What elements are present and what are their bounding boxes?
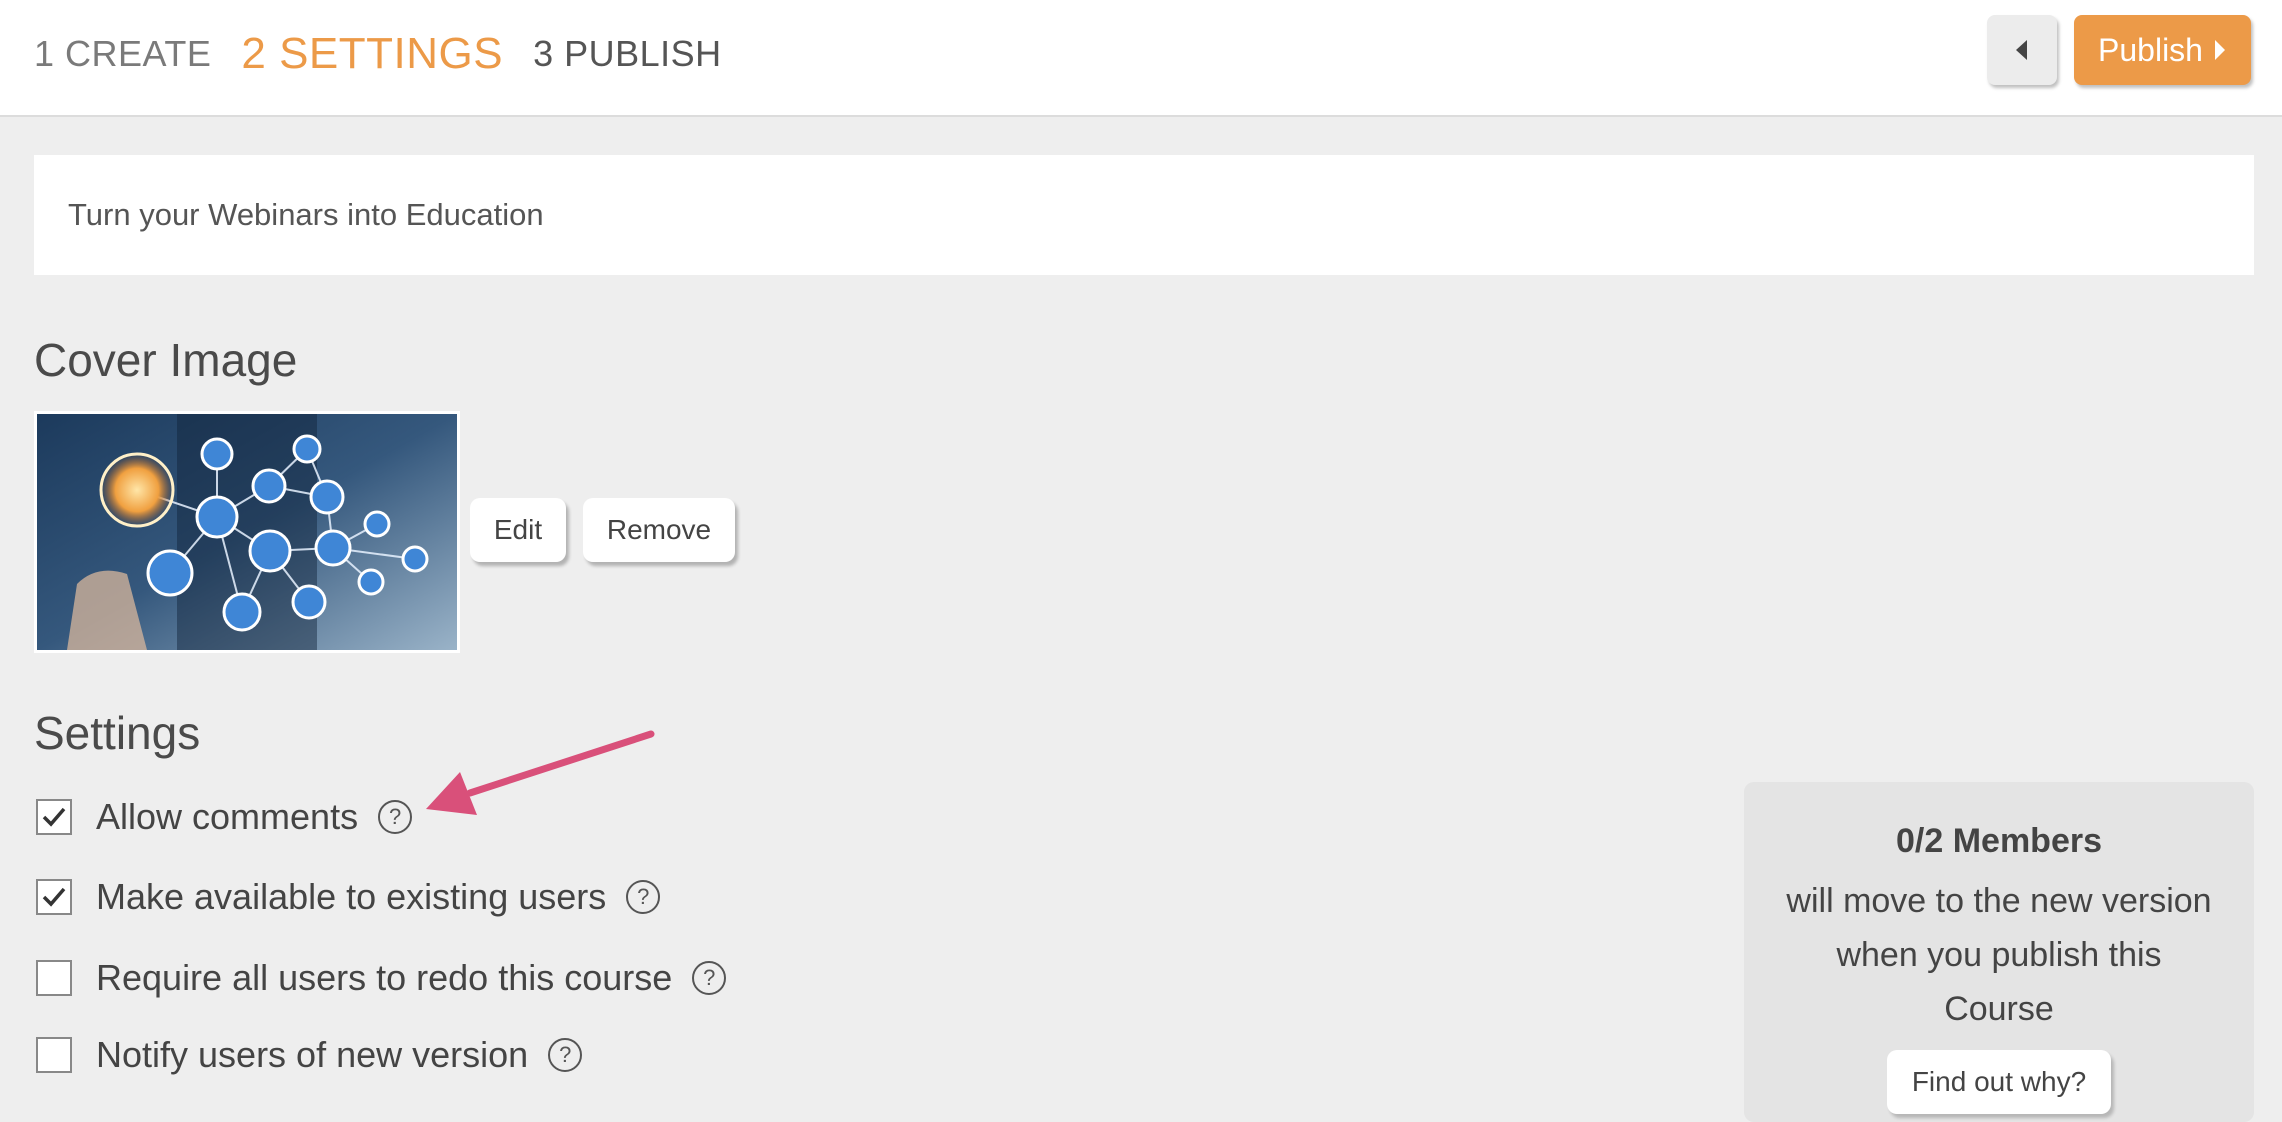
members-panel: 0/2 Members will move to the new version… xyxy=(1744,782,2254,1122)
checkmark-icon xyxy=(42,887,66,907)
make-available-label: Make available to existing users xyxy=(96,876,607,917)
help-icon[interactable]: ? xyxy=(626,880,661,914)
course-title-field[interactable]: Turn your Webinars into Education xyxy=(34,155,2254,275)
option-require-redo: Require all users to redo this course ? xyxy=(36,953,727,1003)
allow-comments-label: Allow comments xyxy=(96,796,359,837)
cover-image xyxy=(34,411,460,653)
cover-image-heading: Cover Image xyxy=(34,334,298,386)
step-publish[interactable]: 3 PUBLISH xyxy=(533,33,722,75)
require-redo-checkbox[interactable] xyxy=(36,960,72,996)
wizard-steps: 1 CREATE 2 SETTINGS 3 PUBLISH xyxy=(34,0,752,108)
require-redo-label: Require all users to redo this course xyxy=(96,957,673,998)
settings-heading: Settings xyxy=(34,707,201,759)
members-count: 0/2 Members xyxy=(1896,822,2102,860)
option-notify-users: Notify users of new version ? xyxy=(36,1030,583,1080)
allow-comments-checkbox[interactable] xyxy=(36,799,72,835)
help-icon[interactable]: ? xyxy=(378,800,413,834)
option-make-available: Make available to existing users ? xyxy=(36,872,661,922)
help-icon[interactable]: ? xyxy=(548,1038,583,1072)
option-allow-comments: Allow comments ? xyxy=(36,792,413,842)
publish-button-label: Publish xyxy=(2098,31,2203,68)
step-settings[interactable]: 2 SETTINGS xyxy=(241,29,503,79)
find-out-why-button[interactable]: Find out why? xyxy=(1887,1050,2111,1114)
notify-users-label: Notify users of new version xyxy=(96,1034,529,1075)
step-create[interactable]: 1 CREATE xyxy=(34,33,211,75)
top-bar: 1 CREATE 2 SETTINGS 3 PUBLISH Publish xyxy=(0,0,2282,117)
notify-users-checkbox[interactable] xyxy=(36,1037,72,1073)
make-available-checkbox[interactable] xyxy=(36,879,72,915)
checkmark-icon xyxy=(42,807,66,827)
caret-left-icon xyxy=(2016,40,2027,60)
edit-cover-button[interactable]: Edit xyxy=(470,498,566,562)
remove-cover-button[interactable]: Remove xyxy=(583,498,735,562)
help-icon[interactable]: ? xyxy=(692,961,727,995)
back-button[interactable] xyxy=(1987,15,2057,85)
course-title-text: Turn your Webinars into Education xyxy=(68,197,544,232)
publish-button[interactable]: Publish xyxy=(2074,15,2251,85)
network-illustration xyxy=(37,414,457,650)
caret-right-icon xyxy=(2214,40,2225,60)
members-description: will move to the new version when you pu… xyxy=(1786,882,2212,1028)
